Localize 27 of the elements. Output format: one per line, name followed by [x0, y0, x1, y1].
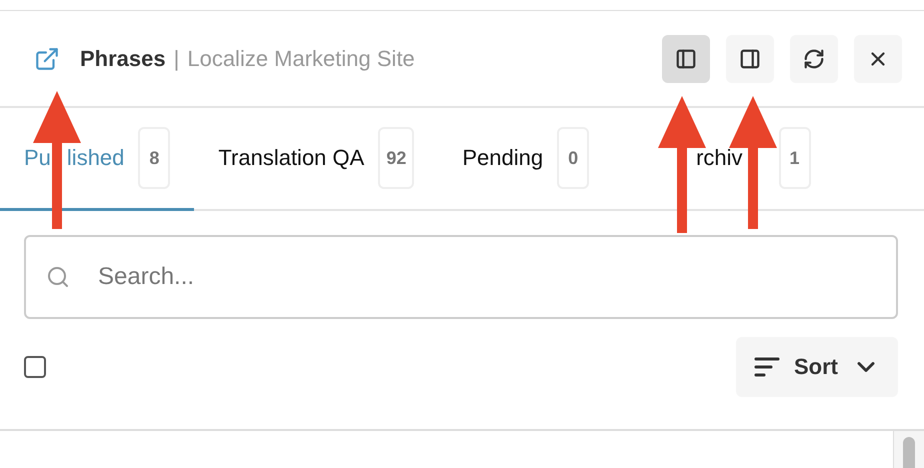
tab-label: Pending: [462, 145, 544, 171]
tab[interactable]: Pending 0: [438, 108, 614, 211]
panel-title: Phrases: [80, 46, 166, 72]
tab-label: lished: [66, 145, 124, 171]
tab-label: Pu: [24, 145, 51, 171]
sidebar-panel-icon: [739, 48, 761, 70]
sidebar-left-button[interactable]: [662, 34, 710, 82]
search-field[interactable]: Search...: [24, 235, 898, 319]
select-all-checkbox[interactable]: [24, 356, 46, 378]
tab[interactable]: Translation QA 92: [194, 108, 438, 211]
search-icon: [46, 265, 70, 289]
tab-count: 92: [378, 127, 414, 189]
tab-count: 1: [778, 127, 811, 189]
sidebar-panel-icon: [675, 48, 697, 70]
sidebar-right-button[interactable]: [726, 34, 774, 82]
tab-label: Translation QA: [218, 145, 364, 171]
sort-icon: [754, 356, 780, 378]
tab-count: 8: [138, 127, 170, 189]
tab-count: 0: [557, 127, 590, 189]
title-separator: |: [174, 46, 180, 72]
refresh-icon: [803, 48, 825, 70]
tab-label: rchiv: [696, 145, 743, 171]
sort-button[interactable]: Sort: [736, 336, 898, 396]
panel-subtitle: Localize Marketing Site: [187, 46, 415, 72]
external-link-icon[interactable]: [34, 46, 60, 72]
close-button[interactable]: [854, 34, 902, 82]
refresh-button[interactable]: [790, 34, 838, 82]
